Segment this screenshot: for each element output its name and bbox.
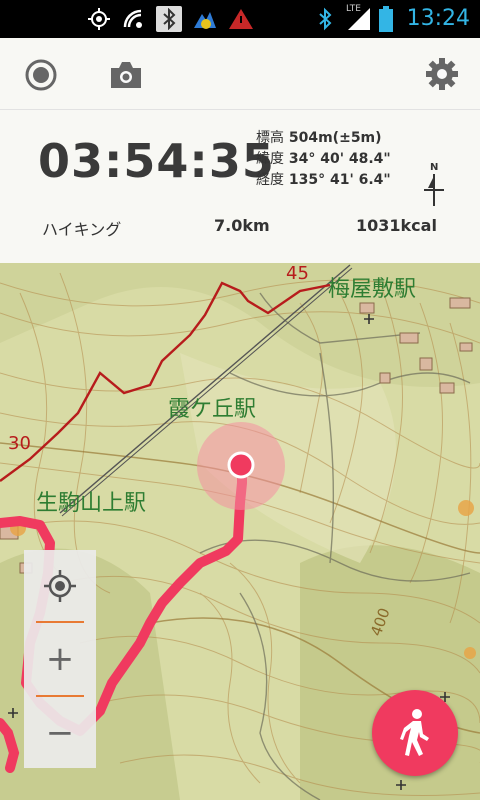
clock: 13:24	[406, 6, 470, 31]
map-label-road-45: 45	[286, 263, 309, 284]
gear-icon	[426, 58, 458, 90]
warning-icon	[228, 6, 254, 32]
zoom-out-button[interactable]: −	[24, 697, 96, 769]
calories-value: 1031kcal	[356, 216, 437, 235]
elapsed-time: 03:54:35	[38, 134, 275, 188]
zoom-controls: + −	[24, 550, 96, 768]
activity-type: ハイキング	[42, 220, 122, 239]
latitude-row: 緯度 34° 40' 48.4"	[256, 149, 391, 170]
record-icon	[25, 59, 57, 91]
activity-mode-button[interactable]	[372, 690, 458, 776]
coordinates-block: 標高 504m(±5m) 緯度 34° 40' 48.4" 経度 135° 41…	[256, 128, 391, 191]
toolbar	[0, 38, 480, 110]
bluetooth-icon	[312, 6, 338, 32]
record-button[interactable]	[24, 58, 58, 92]
tracking-panel: 03:54:35 標高 504m(±5m) 緯度 34° 40' 48.4" 経…	[0, 38, 480, 263]
camera-icon	[111, 62, 141, 88]
map-label-station-ikomasanjo: 生駒山上駅	[36, 491, 147, 516]
sync-icon	[120, 6, 146, 32]
map-label-road-30: 30	[8, 433, 31, 454]
altitude-label: 標高	[256, 130, 284, 146]
latitude-value: 34° 40' 48.4"	[288, 151, 391, 167]
my-location-button[interactable]	[24, 550, 96, 622]
battery-icon	[376, 6, 396, 32]
status-bar: LTE 13:24	[0, 0, 480, 38]
camera-button[interactable]	[108, 58, 144, 92]
north-arrow-icon: N	[420, 162, 448, 206]
bluetooth-icon	[156, 6, 182, 32]
stats-row: ハイキング 7.0km 1031kcal	[0, 214, 480, 242]
altitude-value: 504m(±5m)	[288, 130, 382, 146]
latitude-label: 緯度	[256, 151, 284, 167]
longitude-row: 経度 135° 41' 6.4"	[256, 170, 391, 191]
map-label-station-kasumigaoka: 霞ケ丘駅	[168, 397, 257, 422]
my-location-icon	[44, 570, 76, 602]
north-label: N	[430, 162, 439, 173]
settings-button[interactable]	[424, 56, 460, 92]
walking-person-icon	[400, 709, 429, 756]
longitude-label: 経度	[256, 172, 284, 188]
longitude-value: 135° 41' 6.4"	[288, 172, 391, 188]
signal-icon	[346, 6, 372, 32]
distance-value: 7.0km	[214, 216, 270, 235]
weather-app-icon	[192, 6, 218, 32]
map-label-station-umeyashiki: 梅屋敷駅	[328, 277, 417, 302]
zoom-in-button[interactable]: +	[24, 623, 96, 695]
gps-icon	[86, 6, 112, 32]
current-position-marker	[227, 451, 255, 479]
altitude-row: 標高 504m(±5m)	[256, 128, 391, 149]
